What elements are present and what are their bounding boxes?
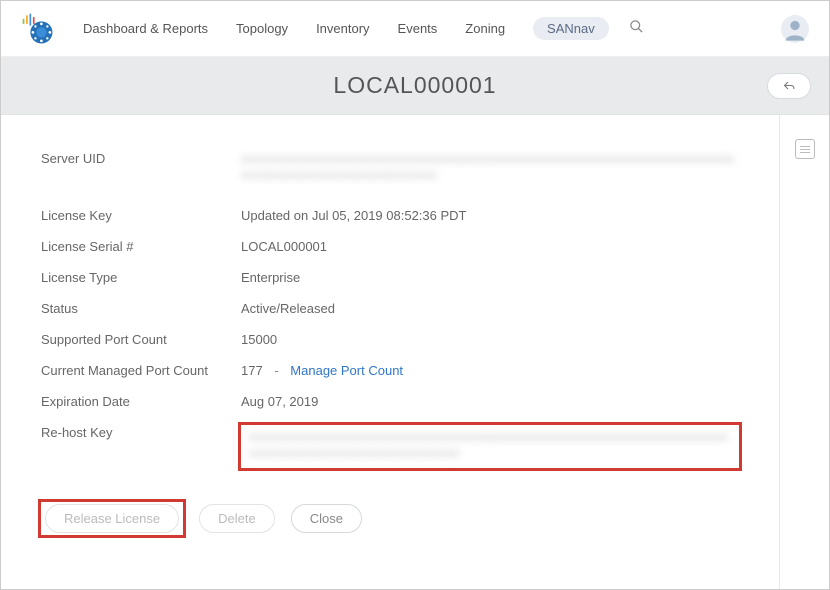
label-current-managed-port-count: Current Managed Port Count	[41, 363, 241, 378]
value-supported-port-count: 15000	[241, 332, 739, 347]
value-license-type: Enterprise	[241, 270, 739, 285]
row-license-type: License Type Enterprise	[41, 262, 739, 293]
top-nav: Dashboard & Reports Topology Inventory E…	[1, 1, 829, 57]
value-current-managed-port-count: 177 - Manage Port Count	[241, 363, 739, 378]
row-expiration-date: Expiration Date Aug 07, 2019	[41, 386, 739, 417]
nav-topology[interactable]: Topology	[236, 21, 288, 36]
nav-sannav[interactable]: SANnav	[533, 17, 609, 40]
release-license-button[interactable]: Release License	[45, 504, 179, 533]
value-license-key: Updated on Jul 05, 2019 08:52:36 PDT	[241, 208, 739, 223]
manage-port-count-link[interactable]: Manage Port Count	[290, 363, 403, 378]
server-uid-blurred: ■■■■■■■■■■■■■■■■■■■■■■■■■■■■■■■■■■■■■■■■…	[241, 151, 739, 189]
page-title: LOCAL000001	[333, 72, 496, 99]
value-server-uid: ■■■■■■■■■■■■■■■■■■■■■■■■■■■■■■■■■■■■■■■■…	[241, 151, 739, 192]
row-supported-port-count: Supported Port Count 15000	[41, 324, 739, 355]
row-rehost-key: Re-host Key ■■■■■■■■■■■■■■■■■■■■■■■■■■■■…	[41, 417, 739, 476]
nav-dashboard[interactable]: Dashboard & Reports	[83, 21, 208, 36]
user-icon	[781, 15, 809, 43]
highlight-rehost-key: ■■■■■■■■■■■■■■■■■■■■■■■■■■■■■■■■■■■■■■■■…	[241, 425, 739, 468]
value-license-serial: LOCAL000001	[241, 239, 739, 254]
row-server-uid: Server UID ■■■■■■■■■■■■■■■■■■■■■■■■■■■■■…	[41, 143, 739, 200]
label-expiration-date: Expiration Date	[41, 394, 241, 409]
nav-events[interactable]: Events	[398, 21, 438, 36]
value-status: Active/Released	[241, 301, 739, 316]
label-rehost-key: Re-host Key	[41, 425, 241, 440]
nav-zoning[interactable]: Zoning	[465, 21, 505, 36]
highlight-release-license: Release License	[41, 502, 183, 535]
value-expiration-date: Aug 07, 2019	[241, 394, 739, 409]
label-supported-port-count: Supported Port Count	[41, 332, 241, 347]
rehost-key-blurred: ■■■■■■■■■■■■■■■■■■■■■■■■■■■■■■■■■■■■■■■■…	[249, 429, 731, 461]
separator-dash: -	[274, 363, 278, 378]
label-license-type: License Type	[41, 270, 241, 285]
row-status: Status Active/Released	[41, 293, 739, 324]
title-bar: LOCAL000001	[1, 57, 829, 115]
label-license-serial: License Serial #	[41, 239, 241, 254]
right-sidebar	[779, 115, 829, 589]
label-status: Status	[41, 301, 241, 316]
detail-panel: Server UID ■■■■■■■■■■■■■■■■■■■■■■■■■■■■■…	[1, 115, 779, 589]
row-license-serial: License Serial # LOCAL000001	[41, 231, 739, 262]
label-license-key: License Key	[41, 208, 241, 223]
nav-inventory[interactable]: Inventory	[316, 21, 369, 36]
logo-icon	[21, 12, 55, 46]
user-avatar[interactable]	[781, 15, 809, 43]
nav-items: Dashboard & Reports Topology Inventory E…	[83, 17, 609, 40]
content-wrapper: Server UID ■■■■■■■■■■■■■■■■■■■■■■■■■■■■■…	[1, 115, 829, 589]
delete-button[interactable]: Delete	[199, 504, 275, 533]
close-button[interactable]: Close	[291, 504, 362, 533]
reply-arrow-icon	[782, 80, 796, 92]
brand-logo	[21, 12, 55, 46]
current-port-count-number: 177	[241, 363, 263, 378]
back-button[interactable]	[767, 73, 811, 99]
notes-icon[interactable]	[795, 139, 815, 159]
row-license-key: License Key Updated on Jul 05, 2019 08:5…	[41, 200, 739, 231]
row-current-managed-port-count: Current Managed Port Count 177 - Manage …	[41, 355, 739, 386]
label-server-uid: Server UID	[41, 151, 241, 166]
search-icon[interactable]	[629, 19, 644, 39]
action-bar: Release License Delete Close	[41, 476, 739, 535]
value-rehost-key: ■■■■■■■■■■■■■■■■■■■■■■■■■■■■■■■■■■■■■■■■…	[241, 425, 739, 468]
